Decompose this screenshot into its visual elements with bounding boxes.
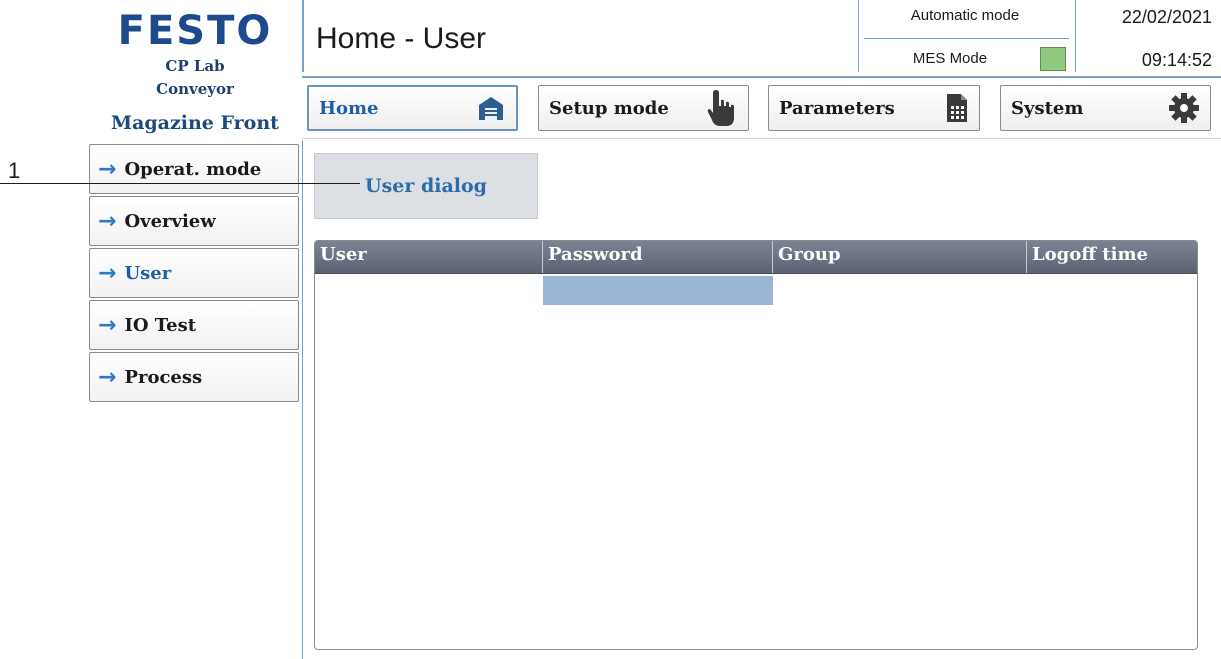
mode-divider [858,0,859,72]
house-icon [476,93,506,123]
annotation-number: 1 [8,158,21,183]
sidebar-item-label: IO Test [124,314,197,336]
header-divider [302,0,304,72]
brand-line-3: Magazine Front [111,112,279,134]
arrow-right-icon: → [98,312,117,338]
automatic-mode-label: Automatic mode [910,7,1020,24]
user-dialog-button[interactable]: User dialog [314,153,538,219]
tab-system-label: System [1011,97,1084,119]
user-table: User Password Group Logoff time [314,240,1198,650]
document-icon [945,92,969,124]
brand-line-1: CP Lab [165,57,225,75]
tab-setup-mode[interactable]: Setup mode [538,85,749,131]
tab-parameters[interactable]: Parameters [768,85,980,131]
arrow-right-icon: → [98,364,117,390]
brand-line-2: Conveyor [156,80,234,98]
tab-home-label: Home [319,97,379,119]
mes-mode-indicator [1040,47,1066,71]
content-divider [302,140,303,659]
nav-bottom-line [302,138,1221,139]
mode-split-line [864,38,1069,39]
time-display: 09:14:52 [1141,50,1212,70]
tab-system[interactable]: System [1000,85,1211,131]
sidebar-item-label: Operat. mode [124,158,262,180]
gear-icon [1168,92,1200,124]
tab-home[interactable]: Home [307,85,518,131]
datetime-divider [1075,0,1076,72]
table-header: User Password Group Logoff time [315,241,1197,274]
sidebar-item-label: Process [124,366,203,388]
sidebar-item-io-test[interactable]: → IO Test [89,300,299,350]
arrow-right-icon: → [98,208,117,234]
column-header-group[interactable]: Group [773,241,1027,273]
mes-mode-label: MES Mode [912,50,988,67]
sidebar-item-label: Overview [124,210,216,232]
sidebar-item-label: User [124,262,172,284]
sidebar-item-user[interactable]: → User [89,248,299,298]
svg-text:FESTO: FESTO [118,8,273,50]
annotation-leader-line [0,183,360,184]
sidebar-item-process[interactable]: → Process [89,352,299,402]
sidebar-item-operat-mode[interactable]: → Operat. mode [89,144,299,194]
column-header-password[interactable]: Password [543,241,773,273]
tab-parameters-label: Parameters [779,97,895,119]
selected-cell[interactable] [543,276,773,305]
header-bottom-line [302,76,1221,78]
column-header-user[interactable]: User [315,241,543,273]
tab-setup-mode-label: Setup mode [549,97,669,119]
date-display: 22/02/2021 [1121,7,1212,27]
sidebar-item-overview[interactable]: → Overview [89,196,299,246]
festo-logo: FESTO [118,8,273,50]
arrow-right-icon: → [98,260,117,286]
column-header-logoff-time[interactable]: Logoff time [1027,241,1197,273]
arrow-right-icon: → [98,156,117,182]
page-title: Home - User [316,22,487,55]
hand-pointer-icon [706,88,738,128]
